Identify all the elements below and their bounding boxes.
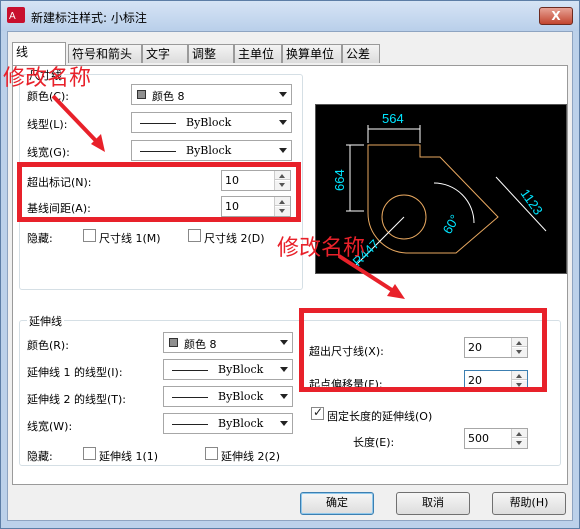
title-bar[interactable]: A 新建标注样式: 小标注 X [1,1,579,31]
annotation-arrow-1 [51,94,101,146]
tab-text[interactable]: 文字 [142,44,188,63]
dialog-window: A 新建标注样式: 小标注 X 线 符号和箭头 文字 调整 主单位 换算单位 公… [0,0,580,529]
window-title: 新建标注样式: 小标注 [31,11,147,25]
svg-text:A: A [9,11,16,22]
tab-panel-lines: 尺寸线 颜色(C): 颜色 8 线型(L): ByBlock 线宽(G): By… [3,65,568,485]
tab-alternate-units[interactable]: 换算单位 [282,44,342,63]
annotation-arrow-2 [337,254,397,294]
annotation-arrows [51,94,405,299]
close-button[interactable]: X [539,7,573,25]
autocad-icon: A [7,7,25,23]
tab-fit[interactable]: 调整 [188,44,234,63]
dialog-client: 线 符号和箭头 文字 调整 主单位 换算单位 公差 尺寸线 颜色(C): 颜色 … [3,31,573,521]
ok-button[interactable]: 确定 [300,492,374,515]
tab-lines[interactable]: 线 [12,42,66,65]
tab-tolerances[interactable]: 公差 [342,44,380,63]
help-button[interactable]: 帮助(H) [492,492,566,515]
tab-primary-units[interactable]: 主单位 [234,44,282,63]
cancel-button[interactable]: 取消 [396,492,470,515]
